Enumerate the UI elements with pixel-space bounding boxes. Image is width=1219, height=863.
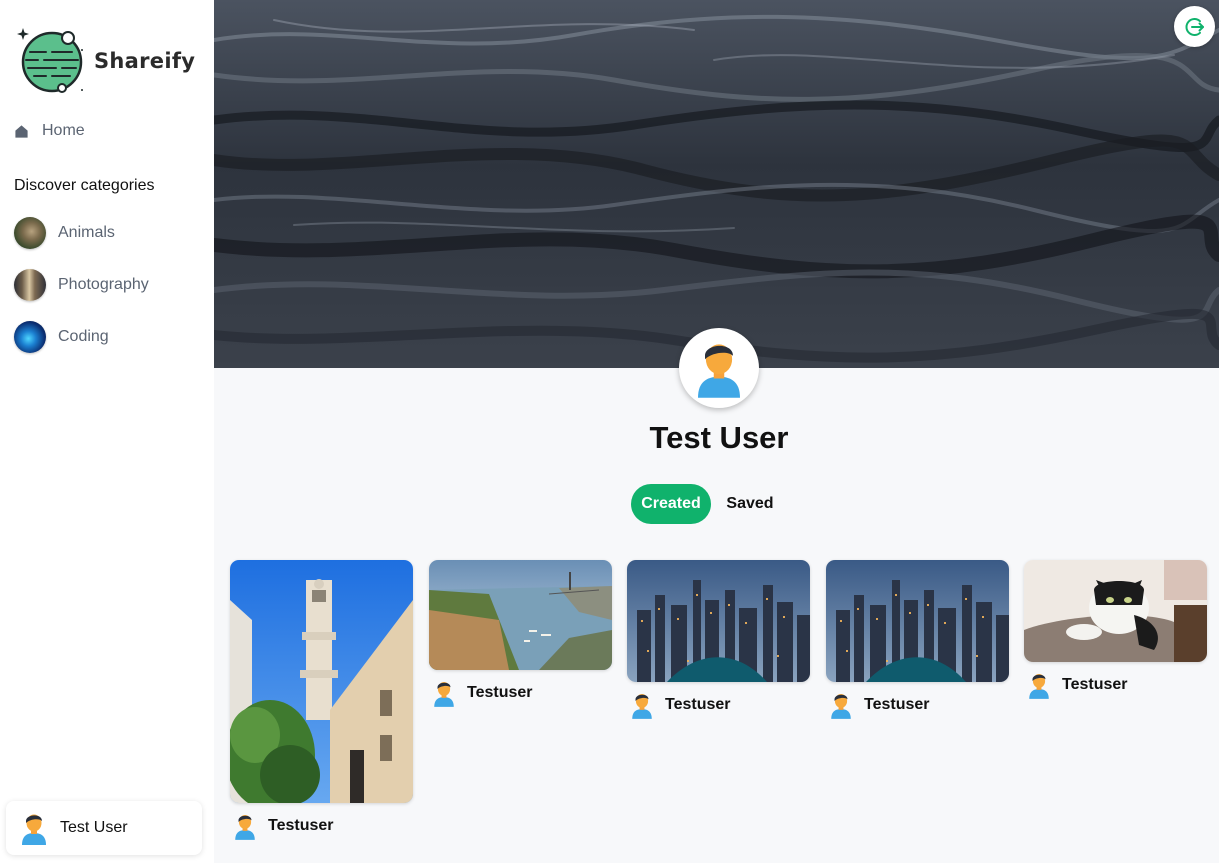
sidebar-item-label: Coding [58,328,109,345]
profile-name: Test User [649,420,789,455]
logout-button[interactable] [1174,6,1215,47]
sidebar-item-animals[interactable]: Animals [14,217,115,249]
logout-icon [1185,17,1204,36]
app-logo[interactable]: Shareify [16,26,195,96]
pin-author[interactable]: Testuser [1026,671,1207,699]
pin-author-name: Testuser [268,817,334,834]
pin-card[interactable]: Testuser [230,560,413,840]
tab-created[interactable]: Created [631,484,711,524]
pin-image-harbor[interactable] [429,560,612,670]
user-avatar-icon [1029,674,1049,699]
sidebar-item-label: Animals [58,224,115,241]
pin-image-tower[interactable] [230,560,413,803]
pin-image-cat[interactable] [1024,560,1207,662]
user-avatar-icon [831,694,851,719]
cover-banner [214,0,1219,368]
sidebar-item-photography[interactable]: Photography [14,269,149,301]
sidebar-item-label: Photography [58,276,149,293]
pin-card[interactable]: Testuser [627,560,810,719]
home-icon [15,124,28,138]
current-user-name: Test User [60,819,128,836]
pin-image-skyline[interactable] [627,560,810,682]
categories-heading: Discover categories [14,177,155,194]
pin-card[interactable]: Testuser [826,560,1009,719]
planet-logo-icon [17,28,83,93]
pin-author[interactable]: Testuser [232,812,413,840]
tab-saved[interactable]: Saved [718,484,782,524]
category-thumbnail [14,217,46,249]
app-name: Shareify [94,49,196,73]
current-user-card[interactable]: Test User [6,801,202,855]
user-avatar-icon [235,815,255,840]
user-avatar-icon [632,694,652,719]
sidebar-item-home[interactable]: Home [14,122,85,140]
sidebar-item-coding[interactable]: Coding [14,321,109,353]
pin-author-name: Testuser [665,696,731,713]
pin-author-name: Testuser [1062,676,1128,693]
pin-author[interactable]: Testuser [629,691,810,719]
pin-card[interactable]: Testuser [1024,560,1207,699]
profile-avatar [679,328,759,408]
pin-author[interactable]: Testuser [431,679,612,707]
pin-card[interactable]: Testuser [429,560,612,707]
pin-image-skyline[interactable] [826,560,1009,682]
sidebar-item-label: Home [42,122,85,139]
category-thumbnail [14,269,46,301]
sidebar: Shareify Home Discover categories Animal… [0,0,214,863]
pin-author-name: Testuser [467,684,533,701]
user-avatar-icon [434,682,454,707]
user-avatar-icon [22,814,46,845]
user-avatar-icon [698,344,740,398]
category-thumbnail [14,321,46,353]
pin-author-name: Testuser [864,696,930,713]
pin-author[interactable]: Testuser [828,691,1009,719]
